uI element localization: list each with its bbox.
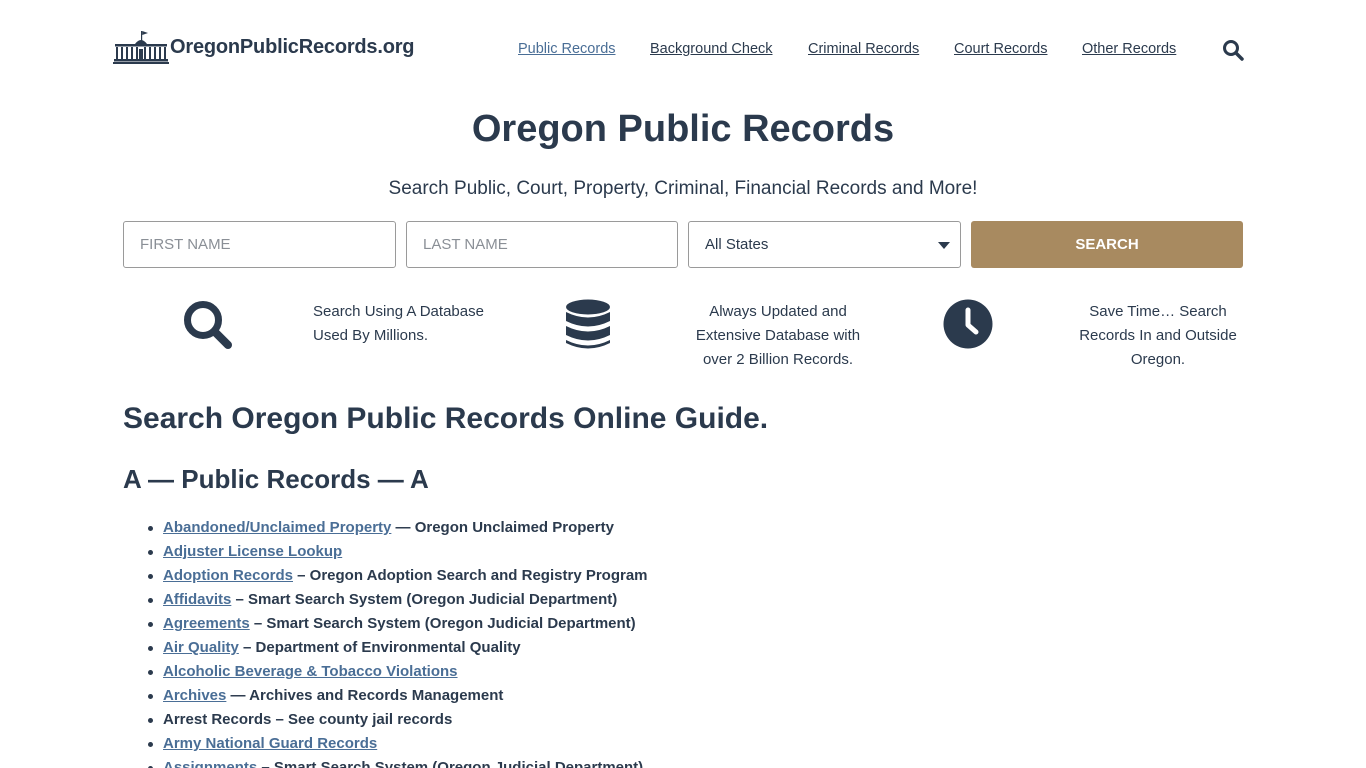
search-button[interactable]: SEARCH — [971, 221, 1243, 268]
search-icon[interactable] — [1222, 39, 1244, 61]
feature-text-save-time: Save Time… Search Records In and Outside… — [1079, 303, 1237, 368]
record-text: Arrest Records – See county jail records — [163, 711, 453, 728]
nav-court-records[interactable]: Court Records — [954, 41, 1047, 57]
guide-heading: Search Oregon Public Records Online Guid… — [123, 402, 769, 435]
list-item: Assignments – Smart Search System (Orego… — [148, 756, 648, 768]
list-item: Agreements – Smart Search System (Oregon… — [148, 612, 648, 636]
record-link[interactable]: Affidavits — [163, 591, 231, 608]
page-subtitle: Search Public, Court, Property, Criminal… — [388, 178, 978, 199]
record-link[interactable]: Abandoned/Unclaimed Property — [163, 519, 391, 536]
site-header: OregonPublicRecords.org Public Records B… — [0, 0, 1366, 100]
record-link[interactable]: Archives — [163, 687, 226, 704]
clock-icon — [943, 299, 993, 349]
database-icon — [566, 299, 610, 349]
nav-other-records[interactable]: Other Records — [1082, 41, 1176, 57]
list-item: Adoption Records – Oregon Adoption Searc… — [148, 564, 648, 588]
record-link[interactable]: Adjuster License Lookup — [163, 543, 342, 560]
record-link[interactable]: Alcoholic Beverage & Tobacco Violations — [163, 663, 458, 680]
last-name-field[interactable] — [406, 221, 678, 268]
feature-text-database-millions: Search Using A Database Used By Millions… — [313, 303, 484, 344]
first-name-field[interactable] — [123, 221, 396, 268]
magnifier-icon — [184, 301, 232, 349]
record-link[interactable]: Army National Guard Records — [163, 735, 377, 752]
state-select[interactable]: All States — [688, 221, 961, 268]
record-link[interactable]: Agreements — [163, 615, 250, 632]
page-title: Oregon Public Records — [471, 108, 895, 150]
record-link[interactable]: Adoption Records — [163, 567, 293, 584]
nav-background-check[interactable]: Background Check — [650, 41, 773, 57]
list-item: Adjuster License Lookup — [148, 540, 648, 564]
nav-criminal-records[interactable]: Criminal Records — [808, 41, 919, 57]
nav-public-records[interactable]: Public Records — [518, 41, 616, 57]
first-name-input[interactable] — [124, 222, 395, 267]
list-item: Abandoned/Unclaimed Property — Oregon Un… — [148, 516, 648, 540]
list-item: Archives — Archives and Records Manageme… — [148, 684, 648, 708]
record-link[interactable]: Air Quality — [163, 639, 239, 656]
state-selected-value: All States — [705, 236, 769, 253]
section-heading-a: A — Public Records — A — [123, 464, 429, 494]
last-name-input[interactable] — [407, 222, 677, 267]
list-item: Air Quality – Department of Environmenta… — [148, 636, 648, 660]
list-item: Alcoholic Beverage & Tobacco Violations — [148, 660, 648, 684]
records-list: Abandoned/Unclaimed Property — Oregon Un… — [148, 516, 648, 768]
list-item: Arrest Records – See county jail records — [148, 708, 648, 732]
main-nav: Public Records Background Check Criminal… — [0, 41, 1366, 61]
feature-text-updated-database: Always Updated and Extensive Database wi… — [695, 303, 861, 368]
list-item: Affidavits – Smart Search System (Oregon… — [148, 588, 648, 612]
record-link[interactable]: Assignments — [163, 759, 257, 768]
chevron-down-icon — [938, 242, 950, 249]
list-item: Army National Guard Records — [148, 732, 648, 756]
